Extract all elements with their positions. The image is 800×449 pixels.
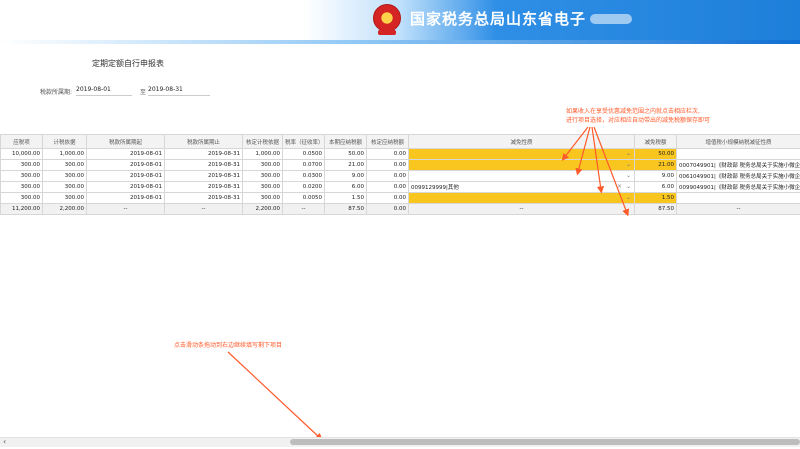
- horizontal-scrollbar[interactable]: ‹: [0, 437, 800, 447]
- annotation-arrows: [227, 126, 630, 441]
- arrow-to-row-2: [575, 126, 591, 176]
- arrow-to-row-3: [591, 126, 605, 194]
- scrollbar-thumb[interactable]: [290, 439, 800, 445]
- chevron-left-icon[interactable]: ‹: [3, 437, 6, 446]
- arrow-to-row-5: [593, 126, 630, 217]
- arrow-to-row-1: [561, 126, 589, 161]
- arrow-to-scrollbar: [227, 351, 323, 441]
